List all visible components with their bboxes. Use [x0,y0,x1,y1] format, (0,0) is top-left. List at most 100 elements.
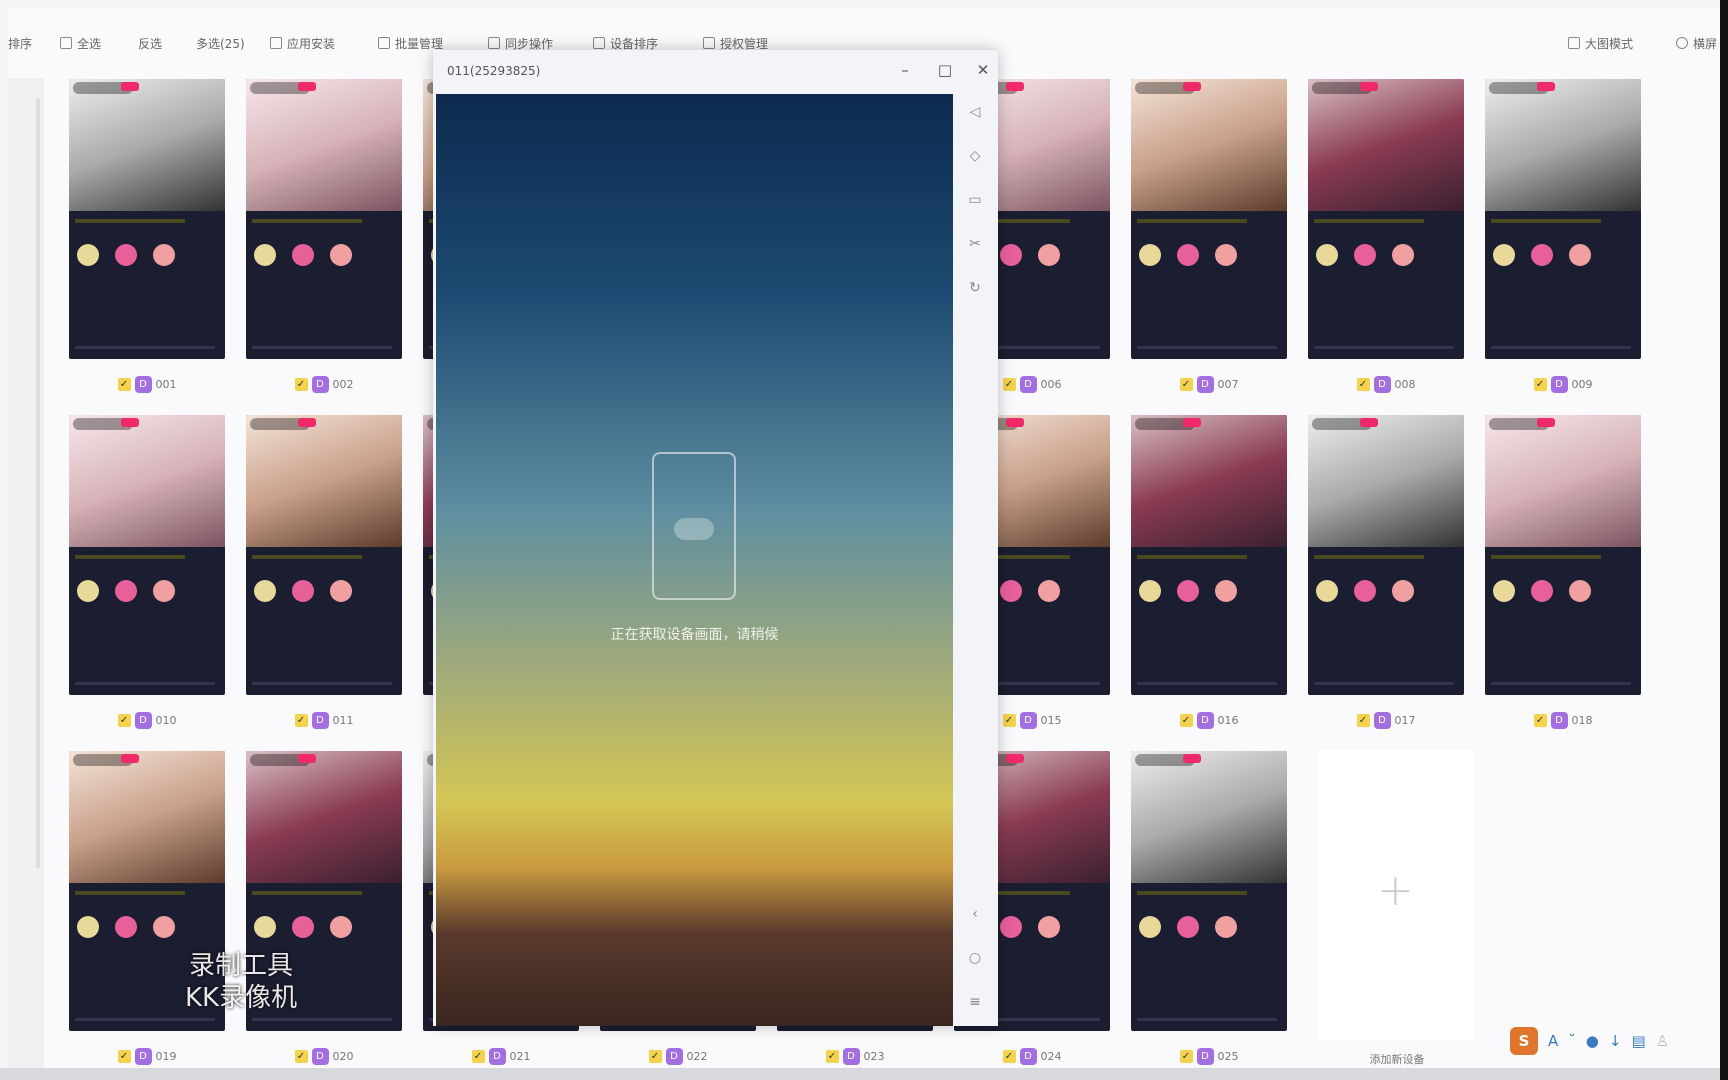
toolbar-9-button[interactable]: 授权管理 [703,35,768,52]
checkbox-icon[interactable]: ✓ [1533,378,1547,391]
volume-icon[interactable]: ◁ [965,102,985,122]
mic-icon[interactable]: ↓ [1609,1032,1622,1050]
device-number: 001 [155,378,177,391]
user-icon[interactable]: ♙ [1656,1032,1669,1050]
toolbar-5-button[interactable]: 应用安装 [270,35,335,52]
checkbox-icon[interactable]: ✓ [1533,714,1547,727]
device-tile[interactable] [69,79,225,359]
toolbar-label: 设备排序 [610,36,659,51]
device-label: ✓ D 011 [246,712,402,729]
rotate-icon[interactable]: ◇ [965,146,985,166]
sort-icon [593,37,605,49]
folder-icon[interactable]: ▭ [965,190,985,210]
device-tile[interactable] [69,415,225,695]
checkbox-icon[interactable]: ✓ [471,1050,485,1063]
sogou-icon[interactable]: S [1510,1027,1538,1055]
device-window: 011(25293825) – □ ✕ 正在获取设备画面，请稍候 ◁ ◇ ▭ ✂… [433,50,998,1026]
app-icon: D [311,1048,329,1065]
checkbox-icon[interactable]: ✓ [294,378,308,391]
device-number: 016 [1217,714,1239,727]
toolbar-2-button[interactable]: 全选 [60,35,101,52]
checkbox-icon[interactable]: ✓ [648,1050,662,1063]
checkbox-icon[interactable]: ✓ [117,378,131,391]
checkbox-icon[interactable]: ✓ [1179,378,1193,391]
device-tile[interactable] [1131,79,1287,359]
ime-toolbar: S A ˘ ● ↓ ▤ ♙ [1510,1027,1669,1055]
screenshot-icon[interactable]: ✂ [965,234,985,254]
scrollbar[interactable] [36,98,40,868]
checkbox-icon[interactable]: ✓ [1002,378,1016,391]
punct-icon[interactable]: ˘ [1568,1032,1576,1050]
app-icon: D [134,1048,152,1065]
checkbox-icon[interactable]: ✓ [294,714,308,727]
toolbar-label: 多选(25) [196,36,245,51]
toolbar-4-button[interactable]: 多选(25) [196,35,245,52]
device-number: 017 [1394,714,1416,727]
device-label: ✓ D 025 [1131,1048,1287,1065]
keyboard-icon[interactable]: ▤ [1631,1032,1645,1050]
loading-message: 正在获取设备画面，请稍候 [610,627,779,643]
plus-icon: + [1377,865,1414,916]
toolbar-right-1-button[interactable]: 大图模式 [1568,35,1633,52]
device-number: 007 [1217,378,1239,391]
app-icon: D [311,376,329,393]
device-label: ✓ D 001 [69,376,225,393]
app-icon: D [665,1048,683,1065]
checkbox-icon[interactable]: ✓ [825,1050,839,1063]
screen-edge [1720,0,1728,1080]
checkbox-icon[interactable]: ✓ [1356,714,1370,727]
toolbar-label: 横屏 [1693,36,1718,51]
device-tile[interactable] [1308,79,1464,359]
device-tile[interactable] [1308,415,1464,695]
refresh-icon[interactable]: ↻ [965,278,985,298]
checkbox-icon[interactable]: ✓ [294,1050,308,1063]
copy-icon [378,37,390,49]
device-label: ✓ D 020 [246,1048,402,1065]
checkbox-icon[interactable]: ✓ [117,714,131,727]
window-title: 011(25293825) [447,64,541,78]
toolbar-7-button[interactable]: 同步操作 [488,35,553,52]
device-label: ✓ D 022 [600,1048,756,1065]
device-label: ✓ D 010 [69,712,225,729]
maximize-icon[interactable]: □ [933,58,957,82]
device-tile[interactable] [1485,79,1641,359]
device-tile[interactable] [1485,415,1641,695]
app-icon: D [1019,712,1037,729]
toolbar-label: 全选 [77,36,102,51]
toolbar-8-button[interactable]: 设备排序 [593,35,658,52]
toolbar-right-2-button[interactable]: 横屏 [1676,35,1717,52]
checkbox-icon[interactable]: ✓ [1002,1050,1016,1063]
device-tile[interactable] [1131,751,1287,1031]
grid-icon [270,37,282,49]
add-device-tile[interactable]: + [1319,750,1475,1040]
minimize-icon[interactable]: – [893,58,917,82]
radio-icon [1676,37,1688,49]
device-number: 002 [332,378,354,391]
app-icon: D [1373,712,1391,729]
toolbar-3-button[interactable]: 反选 [138,35,162,52]
app-icon: D [1373,376,1391,393]
device-label: ✓ D 002 [246,376,402,393]
home-icon[interactable]: ○ [965,948,985,968]
device-tile[interactable] [246,79,402,359]
device-number: 022 [686,1050,708,1063]
checkbox-icon[interactable]: ✓ [1179,1050,1193,1063]
menu-icon[interactable]: ≡ [965,992,985,1012]
close-icon[interactable]: ✕ [971,58,995,82]
device-tile[interactable] [246,415,402,695]
toolbar-1-button[interactable]: 排序 [8,35,32,52]
checkbox-icon[interactable]: ✓ [1002,714,1016,727]
checkbox-icon[interactable]: ✓ [117,1050,131,1063]
side-toolbar: ◁ ◇ ▭ ✂ ↻ ‹ ○ ≡ [953,94,998,1026]
back-icon[interactable]: ‹ [965,904,985,924]
app-icon: D [1550,376,1568,393]
app-icon: D [488,1048,506,1065]
font-icon[interactable]: A [1548,1032,1558,1050]
device-screen[interactable]: 正在获取设备画面，请稍候 [436,94,953,1026]
app-icon: D [1550,712,1568,729]
device-tile[interactable] [1131,415,1287,695]
toolbar-6-button[interactable]: 批量管理 [378,35,443,52]
checkbox-icon[interactable]: ✓ [1179,714,1193,727]
checkbox-icon[interactable]: ✓ [1356,378,1370,391]
emoji-icon[interactable]: ● [1586,1032,1599,1050]
